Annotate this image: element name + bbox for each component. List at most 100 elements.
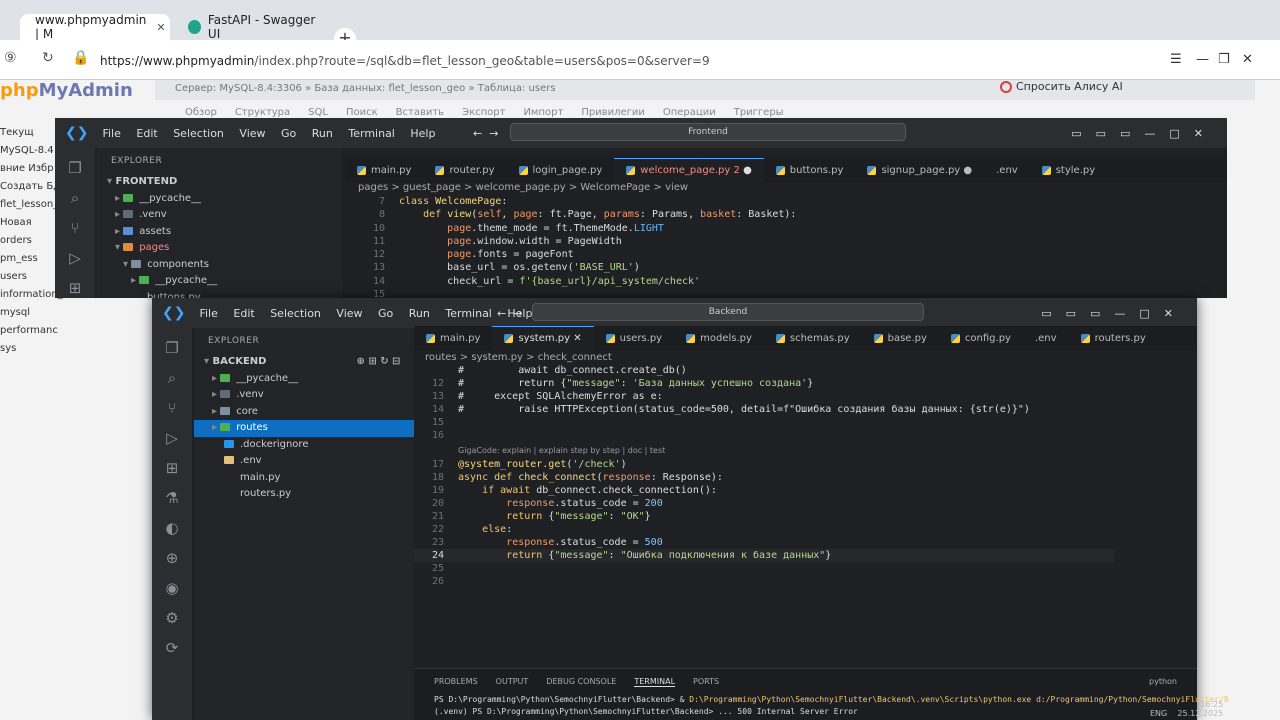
code-editor-backend[interactable]: # await db_connect.create_db() 12 # return… [414,364,1114,588]
panel-tab-debug-console[interactable]: DEBUG CONSOLE [546,677,616,687]
tab-env[interactable]: .env [1023,326,1069,350]
code-line[interactable]: 12 # return {"message": 'База данных успе… [414,377,1114,390]
tree-item-routes[interactable]: routes [194,420,414,437]
pma-side-item[interactable]: Создать БД [0,178,63,196]
tree-item[interactable]: components [97,257,342,274]
pma-side-item[interactable]: performanc [0,322,63,340]
tree-item[interactable]: main.py [194,470,414,487]
tab-routers-py[interactable]: routers.py [1069,326,1158,350]
code-editor-frontend[interactable]: 7 class WelcomePage: 8 def view(self, page… [355,195,1205,301]
code-line[interactable]: 11 page.window.width = PageWidth [355,235,1205,248]
tree-item[interactable]: .dockerignore [194,437,414,454]
reload-icon[interactable]: ↻ [42,50,54,66]
tab-main-py[interactable]: main.py [345,158,423,182]
code-line[interactable]: 8 def view(self, page: ft.Page, params: … [355,208,1205,221]
yandex-icon[interactable]: ⑨ [4,50,17,66]
pma-side-item[interactable]: orders [0,232,63,250]
files-icon[interactable]: ❐ [65,158,85,178]
code-line[interactable]: 14 # raise HTTPException(status_code=500,… [414,403,1114,416]
terminal-shell-label[interactable]: python [1149,677,1177,687]
code-line[interactable]: 13 # except SQLAlchemyError as e: [414,390,1114,403]
tree-item[interactable]: __pycache__ [194,371,414,388]
codelens-actions[interactable]: GigaCode: explain | explain step by step… [414,442,1114,458]
remote-icon[interactable]: ⟳ [162,638,182,658]
tab-env[interactable]: .env [984,158,1030,182]
search-icon[interactable]: ⌕ [65,188,85,208]
panel-tab-problems[interactable]: PROBLEMS [434,677,478,687]
menu-view[interactable]: View [239,127,265,140]
explorer-actions-icon[interactable]: ⊕ ⊞ ↻ ⊟ [356,356,400,367]
git-graph-icon[interactable]: ⊕ [162,548,182,568]
code-line[interactable]: 17 @system_router.get('/check') [414,458,1114,471]
pma-side-item[interactable]: pm_ess [0,250,63,268]
tree-item[interactable]: __pycache__ [97,273,342,290]
menu-edit[interactable]: Edit [136,127,157,140]
panel-tab-terminal[interactable]: TERMINAL [634,677,676,687]
tree-item[interactable]: routers.py [194,486,414,503]
code-line[interactable]: 25 [414,562,1114,575]
close-window-icon[interactable]: ✕ [1242,52,1253,67]
url-field[interactable]: https://www.phpmyadmin/index.php?route=/… [100,54,710,68]
pma-side-item[interactable]: information_ [0,286,63,304]
tab-welcome-page-py[interactable]: welcome_page.py 2 ● [614,158,764,182]
browser-tab-swagger[interactable]: FastAPI - Swagger UI [180,13,330,41]
tab-schemas-py[interactable]: schemas.py [764,326,862,350]
tab-main-py[interactable]: main.py [414,326,492,350]
tree-item[interactable]: .env [194,453,414,470]
menu-go[interactable]: Go [378,307,393,320]
source-control-icon[interactable]: ⑂ [65,218,85,238]
tab-router-py[interactable]: router.py [423,158,506,182]
code-line[interactable]: 14 check_url = f'{base_url}/api_system/c… [355,275,1205,288]
tree-item[interactable]: core [194,404,414,421]
search-icon[interactable]: ⌕ [162,368,182,388]
pma-side-item[interactable]: flet_lesson_ [0,196,63,214]
extensions-icon[interactable]: ⊞ [65,278,85,298]
close-icon[interactable]: ✕ [156,21,165,34]
tab-config-py[interactable]: config.py [939,326,1023,350]
pma-side-item[interactable]: mysql [0,304,63,322]
command-search[interactable]: Frontend [510,123,906,141]
settings-sync-icon[interactable]: ⚙ [162,608,182,628]
tab-models-py[interactable]: models.py [674,326,764,350]
menu-selection[interactable]: Selection [270,307,321,320]
tab-buttons-py[interactable]: buttons.py [764,158,856,182]
files-icon[interactable]: ❐ [162,338,182,358]
tab-style-py[interactable]: style.py [1030,158,1107,182]
tab-login-page-py[interactable]: login_page.py [507,158,615,182]
pma-side-item[interactable]: MySQL-8.4 ( [0,142,63,160]
close-icon[interactable]: ✕ [573,333,581,344]
pma-side-item[interactable]: вние Избр [0,160,63,178]
browser-tab-phpmyadmin[interactable]: www.phpmyadmin | M ✕ [20,13,170,41]
code-line[interactable]: # await db_connect.create_db() [414,364,1114,377]
tree-item[interactable]: assets [97,224,342,241]
code-line[interactable]: 22 else: [414,523,1114,536]
code-line[interactable]: 19 if await db_connect.check_connection(… [414,484,1114,497]
phpmyadmin-logo[interactable]: phpMyAdmin [0,80,133,101]
tab-system-py[interactable]: system.py ✕ [492,326,594,350]
tree-item[interactable]: .venv [97,207,342,224]
tree-root[interactable]: FRONTEND [97,174,342,191]
lang-indicator[interactable]: ENG [1150,709,1167,718]
code-line[interactable]: 26 [414,575,1114,588]
editor-breadcrumb[interactable]: routes > system.py > check_connect [425,352,612,363]
menu-run[interactable]: Run [312,127,333,140]
code-line[interactable]: 20 response.status_code = 200 [414,497,1114,510]
pma-side-item[interactable]: users [0,268,63,286]
menu-run[interactable]: Run [409,307,430,320]
menu-go[interactable]: Go [281,127,296,140]
editor-breadcrumb[interactable]: pages > guest_page > welcome_page.py > W… [358,182,688,193]
minimize-icon[interactable]: — [1196,52,1209,67]
tab-signup-page-py[interactable]: signup_page.py ● [855,158,984,182]
clock[interactable]: 16:25 25.12.2025 [1177,700,1223,718]
panel-tab-output[interactable]: OUTPUT [496,677,529,687]
tab-users-py[interactable]: users.py [594,326,674,350]
edge-icon[interactable]: ◐ [162,518,182,538]
panel-tab-ports[interactable]: PORTS [693,677,719,687]
menu-file[interactable]: File [199,307,217,320]
pma-side-item[interactable]: Текущ [0,124,63,142]
nav-back-forward-icon[interactable]: ← → [473,127,498,140]
menu-view[interactable]: View [336,307,362,320]
menu-edit[interactable]: Edit [233,307,254,320]
code-line[interactable]: 24 return {"message": "Ошибка подключени… [414,549,1114,562]
code-line[interactable]: 23 response.status_code = 500 [414,536,1114,549]
